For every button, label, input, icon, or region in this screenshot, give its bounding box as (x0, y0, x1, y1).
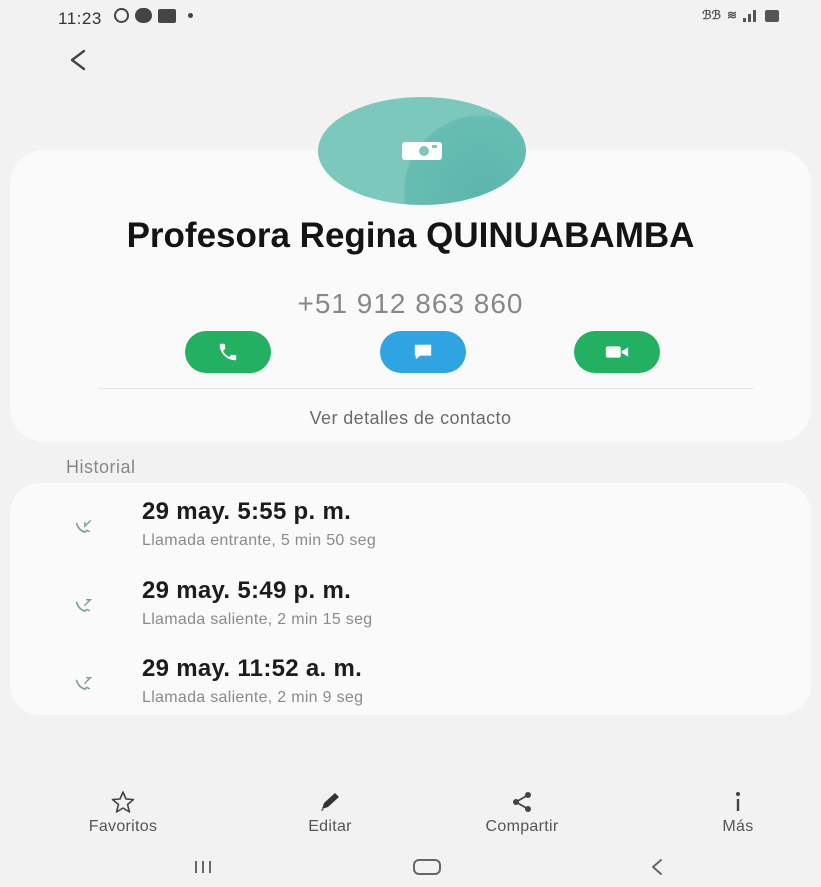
battery-icon (765, 10, 779, 22)
back-icon (652, 859, 662, 875)
system-back-button[interactable] (642, 856, 672, 878)
contact-avatar[interactable] (318, 97, 526, 205)
phone-icon (219, 343, 237, 361)
call-date: 29 may. 5:49 p. m. (142, 577, 352, 604)
view-contact-details-link[interactable]: Ver detalles de contacto (0, 408, 821, 429)
message-icon (158, 8, 176, 23)
call-history-item[interactable]: 29 may. 5:55 p. m. Llamada entrante, 5 m… (0, 498, 821, 570)
call-date: 29 may. 11:52 a. m. (142, 655, 363, 682)
camera-icon (402, 142, 442, 160)
more-icon (736, 792, 740, 811)
back-button[interactable] (62, 44, 94, 76)
call-button[interactable] (185, 331, 271, 373)
signal-icon (743, 8, 759, 22)
home-button[interactable] (412, 856, 442, 878)
outgoing-call-icon (75, 599, 93, 613)
call-detail: Llamada saliente, 2 min 9 seg (142, 689, 364, 706)
message-icon (414, 344, 432, 360)
data-icon: ℬℬ (702, 8, 721, 22)
contact-name: Profesora Regina QUINUABAMBA (126, 216, 695, 255)
call-detail: Llamada saliente, 2 min 15 seg (142, 611, 373, 628)
more-label: Más (722, 818, 754, 835)
call-history-item[interactable]: 29 may. 11:52 a. m. Llamada saliente, 2 … (0, 655, 821, 727)
contact-phone: +51 912 863 860 (297, 288, 524, 319)
video-icon (605, 346, 629, 358)
notification-icon (135, 8, 152, 23)
system-icons: ℬℬ ≋ (702, 8, 779, 22)
system-navigation-bar (0, 846, 821, 887)
call-detail: Llamada entrante, 5 min 50 seg (142, 532, 377, 549)
outgoing-call-icon (75, 677, 93, 691)
edit-label: Editar (308, 818, 352, 835)
notification-icons (114, 8, 193, 23)
home-icon (413, 859, 441, 875)
whatsapp-icon (114, 8, 129, 23)
pencil-icon (321, 793, 339, 811)
status-time: 11:23 (58, 9, 102, 28)
history-heading: Historial (66, 457, 136, 477)
recent-apps-button[interactable] (188, 856, 218, 878)
call-date: 29 may. 5:55 p. m. (142, 498, 352, 525)
call-history-item[interactable]: 29 may. 5:49 p. m. Llamada saliente, 2 m… (0, 577, 821, 649)
star-icon (111, 791, 135, 813)
favorites-label: Favoritos (88, 818, 158, 835)
divider (98, 388, 753, 389)
dot-icon (188, 13, 193, 18)
status-bar: 11:23 ℬℬ ≋ (0, 0, 821, 34)
incoming-call-icon (75, 520, 92, 534)
share-icon (513, 792, 531, 812)
wifi-icon: ≋ (726, 8, 737, 22)
chevron-left-icon (70, 49, 86, 71)
recent-apps-icon (195, 861, 211, 873)
share-label: Compartir (485, 818, 559, 835)
video-call-button[interactable] (574, 331, 660, 373)
message-button[interactable] (380, 331, 466, 373)
